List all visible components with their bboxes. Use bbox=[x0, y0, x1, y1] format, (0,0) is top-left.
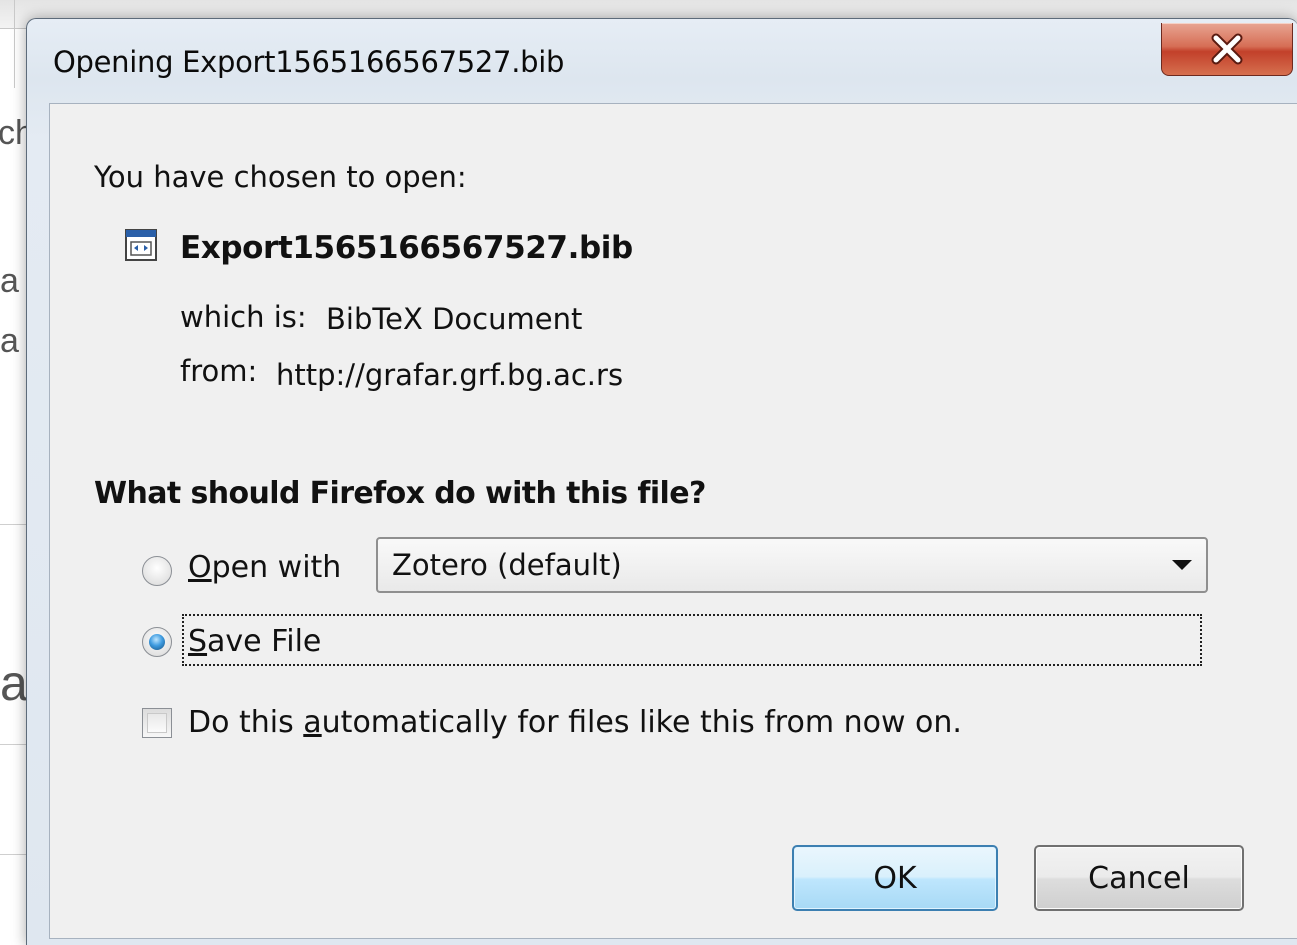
from-label: from: bbox=[180, 354, 258, 388]
auto-label-post: utomatically for files like this from no… bbox=[321, 705, 962, 740]
action-question: What should Firefox do with this file? bbox=[94, 476, 706, 511]
open-with-label-rest: pen with bbox=[211, 550, 342, 585]
auto-label-pre: Do this bbox=[188, 705, 304, 740]
ok-button[interactable]: OK bbox=[792, 845, 998, 911]
auto-action-checkbox[interactable] bbox=[142, 708, 172, 738]
file-name: Export1565166567527.bib bbox=[180, 230, 633, 266]
background-text-fragment: a bbox=[0, 322, 19, 360]
auto-label-accel: a bbox=[303, 705, 322, 740]
background-panel-edge bbox=[0, 0, 15, 88]
open-with-radio[interactable] bbox=[142, 556, 172, 586]
background-text-fragment: a bbox=[0, 655, 28, 711]
which-is-label: which is: bbox=[180, 300, 307, 334]
dialog-title: Opening Export1565166567527.bib bbox=[53, 45, 565, 79]
dialog-content: You have chosen to open: Export156516656… bbox=[49, 103, 1297, 939]
close-button[interactable] bbox=[1161, 23, 1293, 76]
open-file-dialog: Opening Export1565166567527.bib You have… bbox=[26, 18, 1297, 945]
chevron-down-icon bbox=[1172, 560, 1192, 570]
auto-action-label[interactable]: Do this automatically for files like thi… bbox=[188, 705, 962, 740]
save-file-label[interactable]: Save File bbox=[188, 624, 321, 659]
save-file-accel: S bbox=[188, 624, 208, 659]
open-with-accel: O bbox=[188, 550, 212, 585]
open-with-app-value: Zotero (default) bbox=[392, 548, 622, 582]
source-url-value: http://grafar.grf.bg.ac.rs bbox=[276, 358, 624, 392]
save-file-focus-outline bbox=[182, 614, 1202, 666]
open-with-app-select[interactable]: Zotero (default) bbox=[376, 537, 1208, 593]
save-file-label-rest: ave File bbox=[207, 624, 322, 659]
cancel-button[interactable]: Cancel bbox=[1034, 845, 1244, 911]
close-icon bbox=[1211, 33, 1243, 65]
file-type-value: BibTeX Document bbox=[326, 302, 583, 336]
chosen-label: You have chosen to open: bbox=[94, 160, 467, 194]
open-with-label[interactable]: Open with bbox=[188, 550, 341, 585]
save-file-radio[interactable] bbox=[142, 627, 172, 657]
background-text-fragment: a bbox=[0, 262, 19, 300]
bib-file-icon bbox=[125, 229, 157, 261]
